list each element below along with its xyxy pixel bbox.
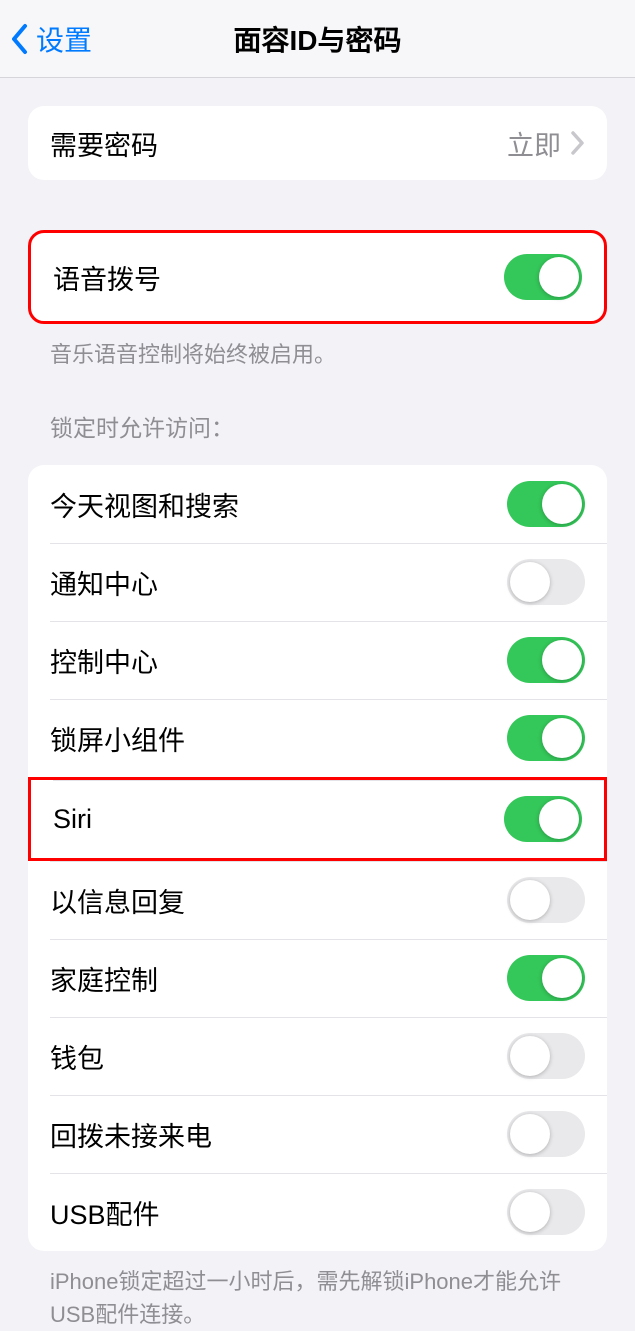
lock-access-toggle[interactable]: [507, 559, 585, 605]
voice-dial-group: 语音拨号: [28, 230, 607, 324]
lock-access-toggle[interactable]: [507, 877, 585, 923]
voice-dial-toggle[interactable]: [504, 254, 582, 300]
lock-access-header: 锁定时允许访问：: [28, 371, 607, 455]
lock-access-toggle[interactable]: [504, 796, 582, 842]
toggle-knob: [510, 1114, 550, 1154]
chevron-right-icon: [571, 131, 585, 155]
toggle-knob: [510, 1036, 550, 1076]
toggle-knob: [510, 880, 550, 920]
require-passcode-group: 需要密码 立即: [28, 106, 607, 180]
voice-dial-row: 语音拨号: [31, 233, 604, 321]
require-passcode-value-wrap: 立即: [507, 124, 585, 163]
lock-access-label: 回拨未接来电: [50, 1115, 212, 1154]
lock-access-label: 控制中心: [50, 641, 158, 680]
toggle-knob: [510, 1192, 550, 1232]
chevron-left-icon: [10, 23, 30, 55]
lock-access-row: 钱包: [28, 1017, 607, 1095]
toggle-knob: [542, 958, 582, 998]
voice-dial-footer: 音乐语音控制将始终被启用。: [28, 326, 607, 371]
back-label: 设置: [36, 19, 92, 59]
page-title: 面容ID与密码: [233, 19, 401, 59]
lock-access-row: 以信息回复: [28, 861, 607, 939]
lock-access-toggle[interactable]: [507, 481, 585, 527]
lock-access-label: 通知中心: [50, 563, 158, 602]
require-passcode-label: 需要密码: [50, 124, 158, 163]
lock-access-row: 通知中心: [28, 543, 607, 621]
lock-access-row: USB配件: [28, 1173, 607, 1251]
require-passcode-value: 立即: [507, 124, 561, 163]
lock-access-row: 锁屏小组件: [28, 699, 607, 777]
lock-access-toggle[interactable]: [507, 1033, 585, 1079]
lock-access-row: 家庭控制: [28, 939, 607, 1017]
toggle-knob: [510, 562, 550, 602]
lock-access-row: Siri: [28, 777, 607, 861]
toggle-knob: [542, 718, 582, 758]
lock-access-label: 以信息回复: [50, 881, 185, 920]
lock-access-label: 钱包: [50, 1037, 104, 1076]
lock-access-footer: iPhone锁定超过一小时后，需先解锁iPhone才能允许USB配件连接。: [28, 1253, 607, 1331]
lock-access-toggle[interactable]: [507, 637, 585, 683]
toggle-knob: [539, 257, 579, 297]
lock-access-label: USB配件: [50, 1193, 160, 1232]
toggle-knob: [542, 640, 582, 680]
lock-access-toggle[interactable]: [507, 1111, 585, 1157]
lock-access-row: 回拨未接来电: [28, 1095, 607, 1173]
lock-access-label: 家庭控制: [50, 959, 158, 998]
lock-access-label: Siri: [53, 804, 92, 835]
lock-access-row: 控制中心: [28, 621, 607, 699]
lock-access-group: 今天视图和搜索通知中心控制中心锁屏小组件 Siri 以信息回复家庭控制钱包回拨未接来…: [28, 465, 607, 1251]
lock-access-toggle[interactable]: [507, 955, 585, 1001]
lock-access-label: 今天视图和搜索: [50, 485, 239, 524]
toggle-knob: [542, 484, 582, 524]
back-button[interactable]: 设置: [10, 19, 92, 59]
lock-access-toggle[interactable]: [507, 715, 585, 761]
lock-access-label: 锁屏小组件: [50, 719, 185, 758]
require-passcode-row[interactable]: 需要密码 立即: [28, 106, 607, 180]
lock-access-toggle[interactable]: [507, 1189, 585, 1235]
nav-header: 设置 面容ID与密码: [0, 0, 635, 78]
lock-access-row: 今天视图和搜索: [28, 465, 607, 543]
toggle-knob: [539, 799, 579, 839]
voice-dial-label: 语音拨号: [53, 258, 161, 297]
